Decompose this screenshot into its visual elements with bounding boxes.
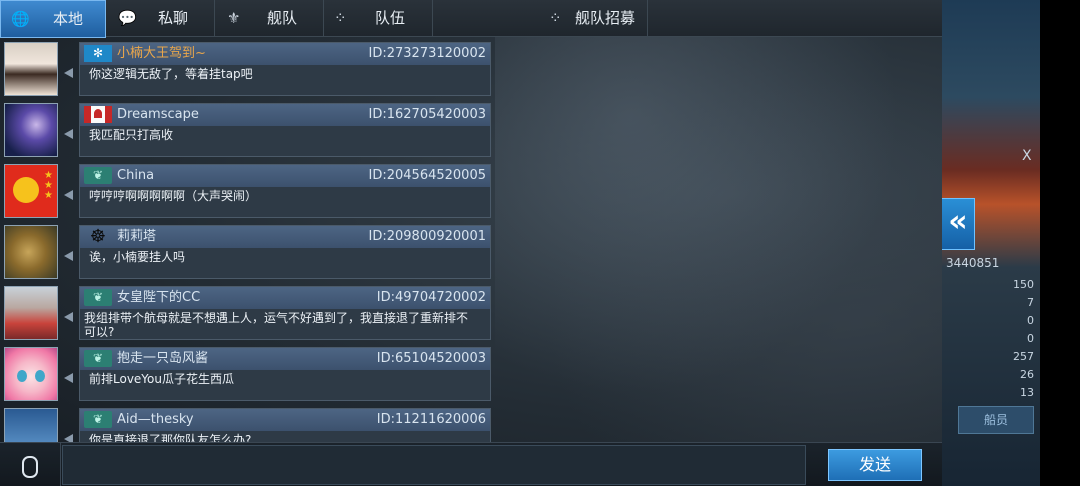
sender-id: ID:209800920001 <box>368 229 486 244</box>
player-id-peek: 3440851 <box>946 256 1000 270</box>
sender-id: ID:162705420003 <box>368 107 486 122</box>
message-bubble: ☸ 莉莉塔 ID:209800920001 诶，小楠要挂人吗 <box>79 225 491 279</box>
message-header: ❦ China ID:204564520005 <box>80 165 490 187</box>
message-bubble: ✻ 小楠大王驾到~ ID:273273120002 你这逻辑无敌了，等着挂tap… <box>79 42 491 96</box>
bubble-tail <box>64 129 73 139</box>
avatar[interactable] <box>4 408 58 442</box>
sender-id: ID:11211620006 <box>376 412 486 427</box>
close-icon[interactable]: X <box>1022 148 1032 164</box>
background-scene <box>495 36 945 442</box>
message-text: 哼哼哼啊啊啊啊啊（大声哭闹） <box>89 189 258 203</box>
chat-message: ★ ★ ★ ❦ China ID:204564520005 哼哼哼啊啊啊啊啊（大声哭… <box>0 160 495 218</box>
message-input[interactable] <box>62 445 806 485</box>
message-text: 诶，小楠要挂人吗 <box>89 250 186 264</box>
sender-name[interactable]: Dreamscape <box>117 104 199 126</box>
message-header: ✻ 小楠大王驾到~ ID:273273120002 <box>80 43 490 65</box>
message-header: ☸ 莉莉塔 ID:209800920001 <box>80 226 490 248</box>
chat-channel-tabs: 🌐 本地 💬 私聊 ⚜ 舰队 ⁘ 队伍 ⁘ 舰队招募 <box>0 0 942 38</box>
avatar[interactable] <box>4 286 58 340</box>
message-text: 我组排带个航母就是不想遇上人，运气不好遇到了，我直接退了重新排不可以? <box>84 311 469 339</box>
send-button[interactable]: 发送 <box>828 449 922 481</box>
message-header: ❦ 女皇陛下的CC ID:49704720002 <box>80 287 490 309</box>
tab-label: 舰队 <box>267 9 298 27</box>
chat-message: ❦ 女皇陛下的CC ID:49704720002 我组排带个航母就是不想遇上人，… <box>0 282 495 340</box>
tab-fleet[interactable]: ⚜ 舰队 <box>215 0 324 36</box>
message-header: ❦ 抱走一只岛风酱 ID:65104520003 <box>80 348 490 370</box>
message-bubble: ❦ 女皇陛下的CC ID:49704720002 我组排带个航母就是不想遇上人，… <box>79 286 491 340</box>
avatar[interactable] <box>4 103 58 157</box>
message-text: 你是直接退了那你队友怎么办? <box>89 433 252 442</box>
message-composer: 发送 <box>0 442 942 486</box>
message-bubble: ❦ Aid—thesky ID:11211620006 你是直接退了那你队友怎么… <box>79 408 491 442</box>
tab-local[interactable]: 🌐 本地 <box>0 0 106 38</box>
avatar[interactable] <box>4 42 58 96</box>
tab-private-chat[interactable]: 💬 私聊 <box>106 0 215 36</box>
sender-id: ID:49704720002 <box>376 290 486 305</box>
avatar[interactable] <box>4 225 58 279</box>
stat-row: 0 <box>1027 332 1034 345</box>
recruit-icon: ⁘ <box>549 9 562 27</box>
voice-input-button[interactable] <box>0 443 61 486</box>
game-chat-screen: 🛒⚓ 150 7 0 0 257 26 13 X 3440851 船员 « 🌐 … <box>0 0 1040 486</box>
globe-icon: 🌐 <box>11 10 30 28</box>
sender-name[interactable]: 女皇陛下的CC <box>117 287 200 309</box>
message-bubble: Dreamscape ID:162705420003 我匹配只打高收 <box>79 103 491 157</box>
sender-name[interactable]: Aid—thesky <box>117 409 194 431</box>
stat-row: 257 <box>1013 350 1034 363</box>
fleet-emblem-icon: ⚜ <box>227 9 241 27</box>
snowflake-flag-icon: ✻ <box>84 45 112 62</box>
sender-name[interactable]: 莉莉塔 <box>117 226 156 248</box>
stat-row: 0 <box>1027 314 1034 327</box>
tab-fleet-recruit[interactable]: ⁘ 舰队招募 <box>433 0 648 36</box>
chat-message: Dreamscape ID:162705420003 我匹配只打高收 <box>0 99 495 157</box>
sender-name[interactable]: 小楠大王驾到~ <box>117 43 206 65</box>
bubble-tail <box>64 373 73 383</box>
avatar[interactable] <box>4 347 58 401</box>
tab-label: 私聊 <box>158 9 189 27</box>
chat-message: ☸ 莉莉塔 ID:209800920001 诶，小楠要挂人吗 <box>0 221 495 279</box>
message-bubble: ❦ China ID:204564520005 哼哼哼啊啊啊啊啊（大声哭闹） <box>79 164 491 218</box>
message-header: ❦ Aid—thesky ID:11211620006 <box>80 409 490 431</box>
team-dots-icon: ⁘ <box>334 9 347 27</box>
tab-label: 本地 <box>53 10 84 28</box>
bubble-tail <box>64 251 73 261</box>
bubble-tail <box>64 434 73 442</box>
bird-flag-icon: ❦ <box>84 350 112 367</box>
sender-name[interactable]: 抱走一只岛风酱 <box>117 348 208 370</box>
stat-row: 13 <box>1020 386 1034 399</box>
sender-id: ID:65104520003 <box>376 351 486 366</box>
message-text: 我匹配只打高收 <box>89 128 174 142</box>
tab-label: 舰队招募 <box>575 9 636 27</box>
chat-message: ✻ 小楠大王驾到~ ID:273273120002 你这逻辑无敌了，等着挂tap… <box>0 38 495 96</box>
sender-id: ID:273273120002 <box>368 46 486 61</box>
crew-button[interactable]: 船员 <box>958 406 1034 434</box>
chat-message-list[interactable]: ✻ 小楠大王驾到~ ID:273273120002 你这逻辑无敌了，等着挂tap… <box>0 36 495 442</box>
bird-flag-icon: ❦ <box>84 167 112 184</box>
sender-name[interactable]: China <box>117 165 154 187</box>
message-bubble: ❦ 抱走一只岛风酱 ID:65104520003 前排LoveYou瓜子花生西瓜 <box>79 347 491 401</box>
chat-bubble-icon: 💬 <box>118 9 137 27</box>
message-text: 前排LoveYou瓜子花生西瓜 <box>89 372 234 386</box>
sender-id: ID:204564520005 <box>368 168 486 183</box>
message-header: Dreamscape ID:162705420003 <box>80 104 490 126</box>
collapse-chat-button[interactable]: « <box>942 198 975 250</box>
stat-row: 7 <box>1027 296 1034 309</box>
microphone-icon <box>22 455 38 478</box>
bird-flag-icon: ❦ <box>84 289 112 306</box>
message-text: 你这逻辑无敌了，等着挂tap吧 <box>89 67 253 81</box>
tab-team[interactable]: ⁘ 队伍 <box>324 0 433 36</box>
chat-message: ❦ 抱走一只岛风酱 ID:65104520003 前排LoveYou瓜子花生西瓜 <box>0 343 495 401</box>
bubble-tail <box>64 190 73 200</box>
stat-row: 26 <box>1020 368 1034 381</box>
avatar[interactable]: ★ ★ ★ <box>4 164 58 218</box>
stat-row: 150 <box>1013 278 1034 291</box>
ship-wheel-flag-icon: ☸ <box>89 226 107 247</box>
bird-flag-icon: ❦ <box>84 411 112 428</box>
tab-label: 队伍 <box>375 9 406 27</box>
chat-message: ❦ Aid—thesky ID:11211620006 你是直接退了那你队友怎么… <box>0 404 495 442</box>
bubble-tail <box>64 68 73 78</box>
canada-flag-icon <box>84 106 112 123</box>
bubble-tail <box>64 312 73 322</box>
